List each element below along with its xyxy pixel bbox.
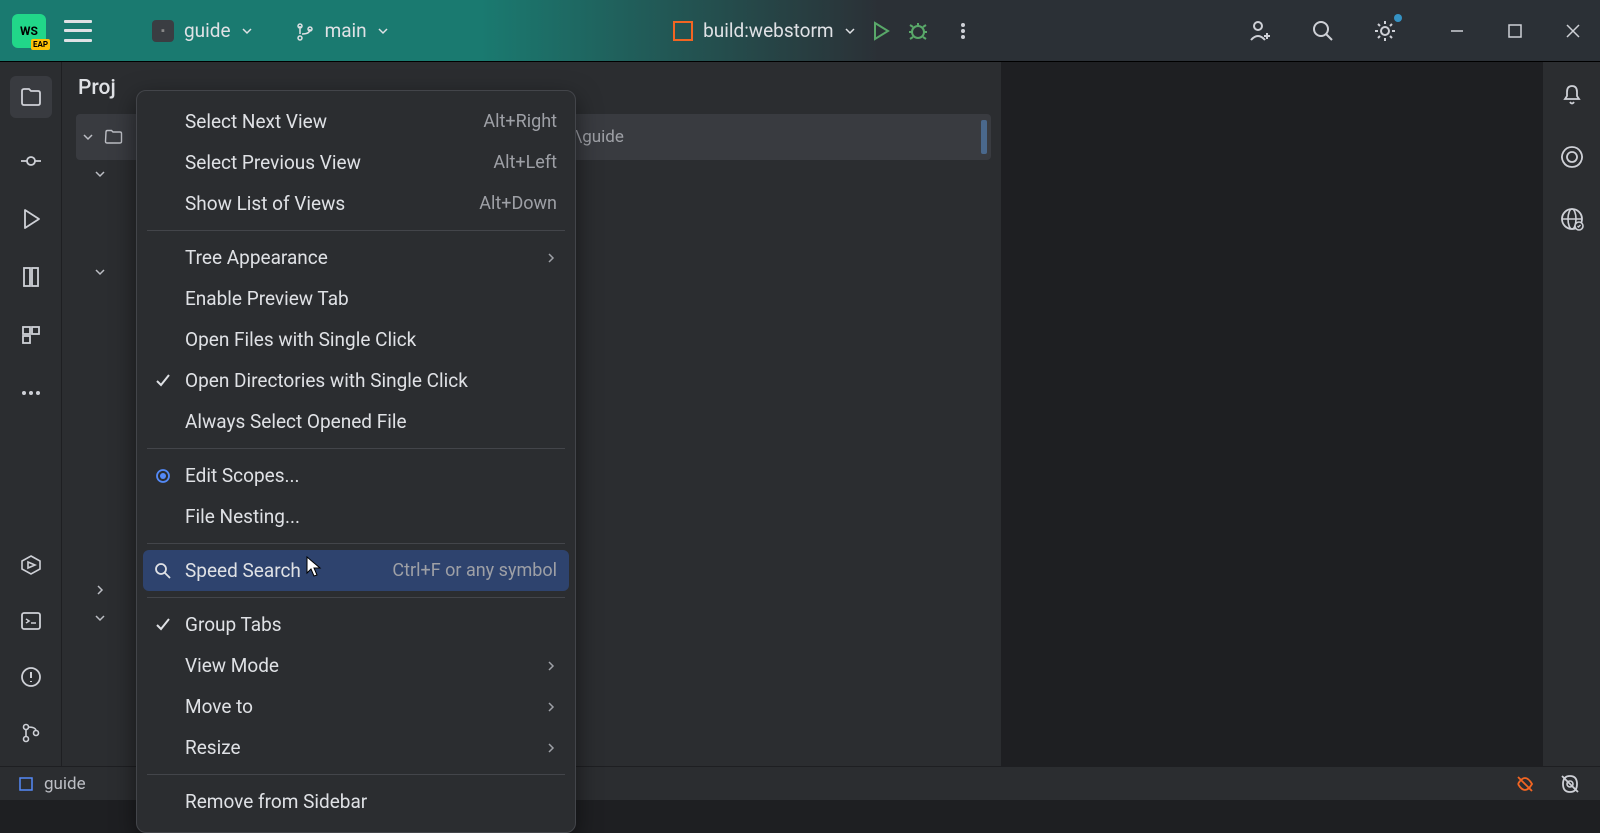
menu-item-group-tabs[interactable]: Group Tabs: [137, 604, 575, 645]
chevron-right-icon: [545, 701, 557, 713]
project-tool-button[interactable]: [10, 76, 52, 118]
menu-separator: [147, 774, 565, 775]
code-with-me-button[interactable]: [1246, 16, 1276, 46]
editor-area: [1002, 62, 1542, 766]
menu-separator: [147, 230, 565, 231]
menu-item-move-to[interactable]: Move to: [137, 686, 575, 727]
menu-item-enable-preview-tab[interactable]: Enable Preview Tab: [137, 278, 575, 319]
debug-button[interactable]: [906, 19, 930, 43]
more-tools-button[interactable]: [16, 378, 46, 408]
menu-separator: [147, 543, 565, 544]
services-tool-button[interactable]: [16, 550, 46, 580]
chevron-down-icon: [92, 610, 108, 626]
chevron-down-icon: [92, 166, 108, 182]
check-icon: [153, 371, 173, 391]
module-icon: [18, 776, 34, 792]
chevron-right-icon: [545, 252, 557, 264]
menu-item-speed-search[interactable]: Speed Search Ctrl+F or any symbol: [143, 550, 569, 591]
vcs-tool-button[interactable]: [16, 718, 46, 748]
breadcrumb-label[interactable]: guide: [44, 774, 86, 794]
menu-separator: [147, 597, 565, 598]
menu-item-open-files-single-click[interactable]: Open Files with Single Click: [137, 319, 575, 360]
bookmarks-tool-button[interactable]: [16, 320, 46, 350]
chevron-down-icon: [377, 25, 389, 37]
sync-status-icon[interactable]: [1558, 772, 1582, 796]
left-toolbar: [0, 62, 62, 766]
run-config-selector[interactable]: build:webstorm: [673, 19, 856, 42]
chevron-down-icon: [241, 25, 253, 37]
project-icon: ▪: [152, 20, 174, 42]
menu-item-select-next-view[interactable]: Select Next View Alt+Right: [137, 101, 575, 142]
search-button[interactable]: [1308, 16, 1338, 46]
menu-item-always-select-opened-file[interactable]: Always Select Opened File: [137, 401, 575, 442]
menu-item-open-directories-single-click[interactable]: Open Directories with Single Click: [137, 360, 575, 401]
notifications-button[interactable]: [1557, 80, 1587, 110]
run-config-label: build:webstorm: [703, 19, 834, 42]
menu-item-edit-scopes[interactable]: Edit Scopes...: [137, 455, 575, 496]
search-icon: [153, 561, 173, 581]
pull-requests-button[interactable]: [16, 204, 46, 234]
problems-tool-button[interactable]: [16, 662, 46, 692]
chevron-down-icon: [844, 25, 856, 37]
project-name-label: guide: [184, 19, 231, 42]
context-menu: Select Next View Alt+Right Select Previo…: [136, 90, 576, 833]
menu-item-tree-appearance[interactable]: Tree Appearance: [137, 237, 575, 278]
ai-status-icon[interactable]: [1514, 773, 1536, 795]
structure-tool-button[interactable]: [16, 262, 46, 292]
branch-selector[interactable]: main: [283, 13, 401, 48]
commit-tool-button[interactable]: [16, 146, 46, 176]
menu-item-select-previous-view[interactable]: Select Previous View Alt+Left: [137, 142, 575, 183]
chevron-right-icon: [545, 742, 557, 754]
chevron-down-icon: [92, 264, 108, 280]
menu-item-view-mode[interactable]: View Mode: [137, 645, 575, 686]
more-actions-button[interactable]: [952, 20, 974, 42]
menu-separator: [147, 448, 565, 449]
menu-item-resize[interactable]: Resize: [137, 727, 575, 768]
radio-icon: [153, 466, 173, 486]
minimize-button[interactable]: [1442, 16, 1472, 46]
settings-button[interactable]: [1370, 16, 1400, 46]
run-button[interactable]: [870, 20, 892, 42]
right-toolbar: [1542, 62, 1600, 766]
menu-item-remove-from-sidebar[interactable]: Remove from Sidebar: [137, 781, 575, 822]
chevron-right-icon: [92, 582, 108, 598]
chevron-down-icon: [80, 129, 96, 145]
menu-item-file-nesting[interactable]: File Nesting...: [137, 496, 575, 537]
titlebar: WS ▪ guide main build:webstorm: [0, 0, 1600, 62]
terminal-tool-button[interactable]: [16, 606, 46, 636]
ai-assistant-button[interactable]: [1557, 142, 1587, 172]
branch-name-label: main: [325, 19, 367, 42]
branch-icon: [295, 21, 315, 41]
main-menu-button[interactable]: [64, 20, 92, 42]
database-tool-button[interactable]: [1557, 204, 1587, 234]
close-button[interactable]: [1558, 16, 1588, 46]
project-selector[interactable]: ▪ guide: [140, 13, 265, 48]
npm-icon: [673, 21, 693, 41]
app-icon: WS: [12, 14, 46, 48]
menu-item-show-list-of-views[interactable]: Show List of Views Alt+Down: [137, 183, 575, 224]
folder-icon: [104, 127, 124, 147]
maximize-button[interactable]: [1500, 16, 1530, 46]
check-icon: [153, 615, 173, 635]
chevron-right-icon: [545, 660, 557, 672]
